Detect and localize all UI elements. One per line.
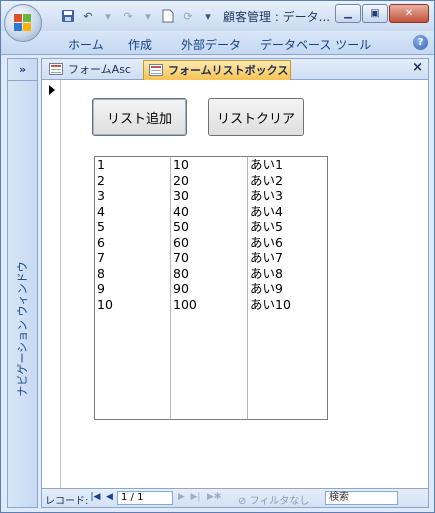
list-cell[interactable]: あい2 (248, 173, 327, 189)
tab-create[interactable]: 作成 (128, 36, 152, 53)
filter-status[interactable]: ⊘ フィルタなし (238, 492, 309, 507)
title-bar: ↶ ▾ ↷ ▾ ⟳ ▾ 顧客管理 : データ... ▁ ▣ ✕ (1, 1, 434, 31)
first-record-icon[interactable]: |◀ (90, 491, 101, 504)
list-cell[interactable]: あい4 (248, 204, 327, 220)
list-cell[interactable]: あい10 (248, 297, 327, 313)
list-cell[interactable]: 20 (171, 173, 247, 189)
list-cell[interactable]: 40 (171, 204, 247, 220)
document-tabs: フォームAsc フォームリストボックス × (42, 59, 428, 80)
record-selector[interactable] (42, 80, 61, 488)
minimize-button[interactable]: ▁ (335, 4, 361, 23)
form-icon (149, 64, 163, 76)
tab-form-listbox-label: フォームリストボックス (168, 64, 289, 77)
list-cell[interactable]: 30 (171, 188, 247, 204)
window-title: 顧客管理 : データ... (223, 10, 331, 24)
quick-access-toolbar: ↶ ▾ ↷ ▾ ⟳ ▾ (59, 7, 217, 25)
list-cell[interactable]: 8 (95, 266, 170, 282)
record-position-field[interactable]: 1 / 1 (117, 491, 173, 505)
nav-pane-toggle-button[interactable]: » (8, 59, 37, 81)
previous-record-icon[interactable]: ◀ (104, 491, 115, 504)
search-input[interactable]: 検索 (325, 491, 398, 505)
current-record-arrow-icon (49, 85, 55, 95)
list-cell[interactable]: 4 (95, 204, 170, 220)
last-record-icon[interactable]: ▶| (190, 491, 201, 504)
tab-form-asc[interactable]: フォームAsc (44, 60, 141, 80)
form-icon (49, 63, 63, 75)
next-record-icon[interactable]: ▶ (176, 491, 187, 504)
tab-form-asc-label: フォームAsc (68, 63, 131, 76)
list-cell[interactable]: 9 (95, 281, 170, 297)
undo-icon[interactable]: ↶ (79, 8, 97, 24)
list-cell[interactable]: あい8 (248, 266, 327, 282)
chevron-down-icon[interactable]: ▾ (139, 8, 157, 24)
list-column-1: 1 2 3 4 5 6 7 8 9 10 (95, 157, 171, 419)
record-label: レコード: (45, 496, 89, 507)
list-cell[interactable]: 10 (171, 157, 247, 173)
customize-toolbar-icon[interactable]: ▾ (199, 8, 217, 24)
record-navigator: レコード: |◀ ◀ 1 / 1 ▶ ▶| ▶✱ ⊘ フィルタなし 検索 (42, 488, 428, 507)
tab-form-listbox[interactable]: フォームリストボックス (143, 60, 291, 80)
list-cell[interactable]: 90 (171, 281, 247, 297)
clear-list-button[interactable]: リストクリア (208, 98, 304, 136)
document-area: フォームAsc フォームリストボックス × リスト追加 リストクリア 1 2 3… (41, 58, 429, 508)
list-cell[interactable]: 60 (171, 235, 247, 251)
close-document-icon[interactable]: × (412, 60, 423, 75)
list-cell[interactable]: あい3 (248, 188, 327, 204)
maximize-button[interactable]: ▣ (362, 4, 388, 23)
chevron-down-icon[interactable]: ▾ (99, 8, 117, 24)
list-cell[interactable]: 80 (171, 266, 247, 282)
list-cell[interactable]: 1 (95, 157, 170, 173)
list-cell[interactable]: 3 (95, 188, 170, 204)
tab-external-data[interactable]: 外部データ (181, 36, 241, 53)
access-window: ↶ ▾ ↷ ▾ ⟳ ▾ 顧客管理 : データ... ▁ ▣ ✕ ホーム 作成 外… (0, 0, 435, 513)
list-cell[interactable]: 70 (171, 250, 247, 266)
tab-home[interactable]: ホーム (68, 36, 104, 53)
list-cell[interactable]: 100 (171, 297, 247, 313)
list-cell[interactable]: あい5 (248, 219, 327, 235)
list-cell[interactable]: あい6 (248, 235, 327, 251)
new-record-icon[interactable]: ▶✱ (207, 491, 221, 504)
list-column-2: 10 20 30 40 50 60 70 80 90 100 (171, 157, 248, 419)
filter-icon: ⊘ (238, 496, 250, 507)
redo-icon[interactable]: ↷ (119, 8, 137, 24)
list-cell[interactable]: 6 (95, 235, 170, 251)
list-cell[interactable]: 2 (95, 173, 170, 189)
tab-database-tools[interactable]: データベース ツール (260, 36, 371, 53)
nav-pane-label[interactable]: ナビゲーション ウィンドウ (14, 261, 30, 396)
refresh-icon[interactable]: ⟳ (179, 8, 197, 24)
list-cell[interactable]: あい9 (248, 281, 327, 297)
list-cell[interactable]: あい1 (248, 157, 327, 173)
ribbon-tabs: ホーム 作成 外部データ データベース ツール ? (1, 31, 434, 55)
new-document-icon[interactable] (159, 8, 177, 24)
office-logo-icon (14, 14, 32, 32)
window-controls: ▁ ▣ ✕ (335, 4, 429, 23)
list-cell[interactable]: 50 (171, 219, 247, 235)
list-column-3: あい1 あい2 あい3 あい4 あい5 あい6 あい7 あい8 あい9 あい10 (248, 157, 327, 419)
list-box[interactable]: 1 2 3 4 5 6 7 8 9 10 10 20 30 40 50 60 7… (94, 156, 328, 420)
navigation-pane: » ナビゲーション ウィンドウ (7, 58, 38, 508)
form-body: リスト追加 リストクリア 1 2 3 4 5 6 7 8 9 10 10 20 (62, 80, 428, 488)
office-button[interactable] (4, 4, 42, 42)
list-cell[interactable]: 7 (95, 250, 170, 266)
list-cell[interactable]: 5 (95, 219, 170, 235)
filter-label: フィルタなし (249, 496, 310, 507)
save-icon[interactable] (59, 8, 77, 24)
close-button[interactable]: ✕ (389, 4, 429, 23)
help-icon[interactable]: ? (413, 35, 428, 50)
add-list-button[interactable]: リスト追加 (92, 98, 187, 136)
list-cell[interactable]: あい7 (248, 250, 327, 266)
list-cell[interactable]: 10 (95, 297, 170, 313)
